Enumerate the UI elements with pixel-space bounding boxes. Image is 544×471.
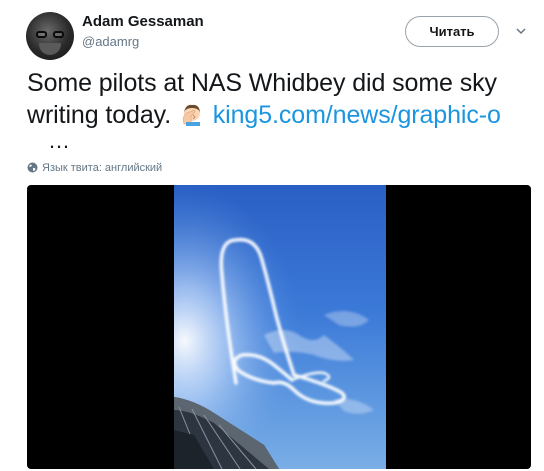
author-name[interactable]: Adam Gessaman	[82, 13, 204, 30]
tweet-text: Some pilots at NAS Whidbey did some sky …	[27, 67, 527, 131]
tweet-line-2-text: writing today.	[27, 101, 172, 129]
facepalm-emoji-icon	[182, 104, 200, 126]
avatar-beard	[39, 43, 61, 55]
author-handle[interactable]: @adamrg	[82, 34, 139, 49]
tweet-language-note[interactable]: Язык твита: английский	[27, 162, 162, 174]
tweet-line-2: writing today. king5.com/news/graphic-o	[27, 99, 527, 131]
avatar[interactable]	[26, 12, 74, 60]
sky-writing-photo[interactable]	[174, 185, 386, 469]
globe-icon	[27, 162, 38, 173]
tweet-media[interactable]	[27, 185, 531, 469]
chevron-down-icon[interactable]	[514, 24, 528, 38]
sky-photo-image	[174, 185, 386, 469]
tweet-ellipsis: …	[48, 128, 70, 153]
tweet-link[interactable]: king5.com/news/graphic-o	[213, 101, 501, 129]
tweet-line-1: Some pilots at NAS Whidbey did some sky	[27, 69, 497, 97]
avatar-glasses	[36, 31, 64, 39]
language-label: Язык твита: английский	[42, 162, 163, 174]
follow-button[interactable]: Читать	[405, 16, 499, 47]
